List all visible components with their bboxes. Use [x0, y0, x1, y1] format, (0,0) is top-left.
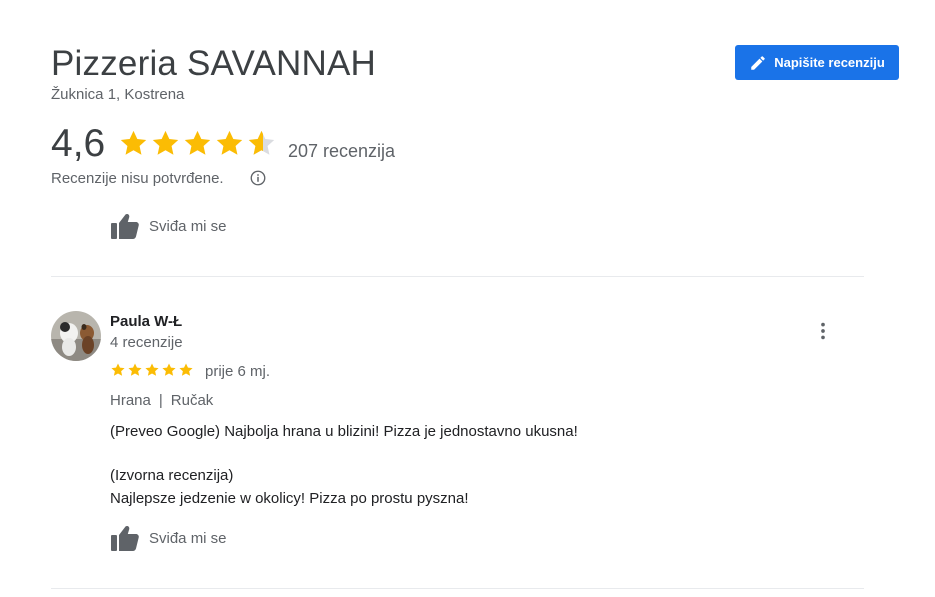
star-icon — [144, 362, 160, 378]
write-review-button[interactable]: Napišite recenziju — [735, 45, 899, 80]
tag-separator: | — [158, 392, 163, 409]
like-label: Sviđa mi se — [149, 529, 227, 547]
tag-lunch: Ručak — [170, 392, 214, 409]
reviewer-name[interactable]: Paula W-Ł — [110, 313, 182, 330]
divider — [51, 276, 864, 277]
thumbs-up-icon — [110, 212, 140, 240]
review-translated-text: (Preveo Google) Najbolja hrana u blizini… — [110, 423, 578, 440]
review-count-link[interactable]: 207 recenzija — [288, 141, 395, 162]
review-original-text: Najlepsze jedzenie w okolicy! Pizza po p… — [110, 490, 469, 507]
review-like-button[interactable]: Sviđa mi se — [110, 524, 227, 552]
place-like-button[interactable]: Sviđa mi se — [110, 212, 227, 240]
place-address: Žuknica 1, Kostrena — [51, 86, 185, 103]
star-half-icon — [246, 128, 277, 159]
unverified-note: Recenzije nisu potvrđene. — [51, 170, 224, 187]
review-time: prije 6 mj. — [205, 363, 271, 380]
original-review-label: (Izvorna recenzija) — [110, 467, 234, 484]
tag-food: Hrana — [110, 392, 151, 409]
review-tags: Hrana | Ručak — [110, 392, 213, 409]
star-icon — [161, 362, 177, 378]
star-icon — [150, 128, 181, 159]
thumbs-up-icon — [110, 524, 140, 552]
info-icon[interactable] — [249, 169, 267, 187]
review-stars — [110, 362, 194, 378]
like-label: Sviđa mi se — [149, 217, 227, 235]
write-review-label: Napišite recenziju — [774, 55, 885, 70]
divider — [51, 588, 864, 589]
star-icon — [178, 362, 194, 378]
star-icon — [127, 362, 143, 378]
star-icon — [214, 128, 245, 159]
average-rating: 4,6 — [51, 122, 106, 165]
place-title: Pizzeria SAVANNAH — [51, 44, 376, 83]
star-icon — [110, 362, 126, 378]
reviewer-review-count: 4 recenzije — [110, 334, 183, 351]
rating-stars — [118, 128, 277, 159]
star-icon — [118, 128, 149, 159]
more-vert-icon[interactable] — [812, 320, 834, 342]
pencil-icon — [751, 55, 765, 70]
avatar[interactable] — [51, 311, 101, 361]
star-icon — [182, 128, 213, 159]
